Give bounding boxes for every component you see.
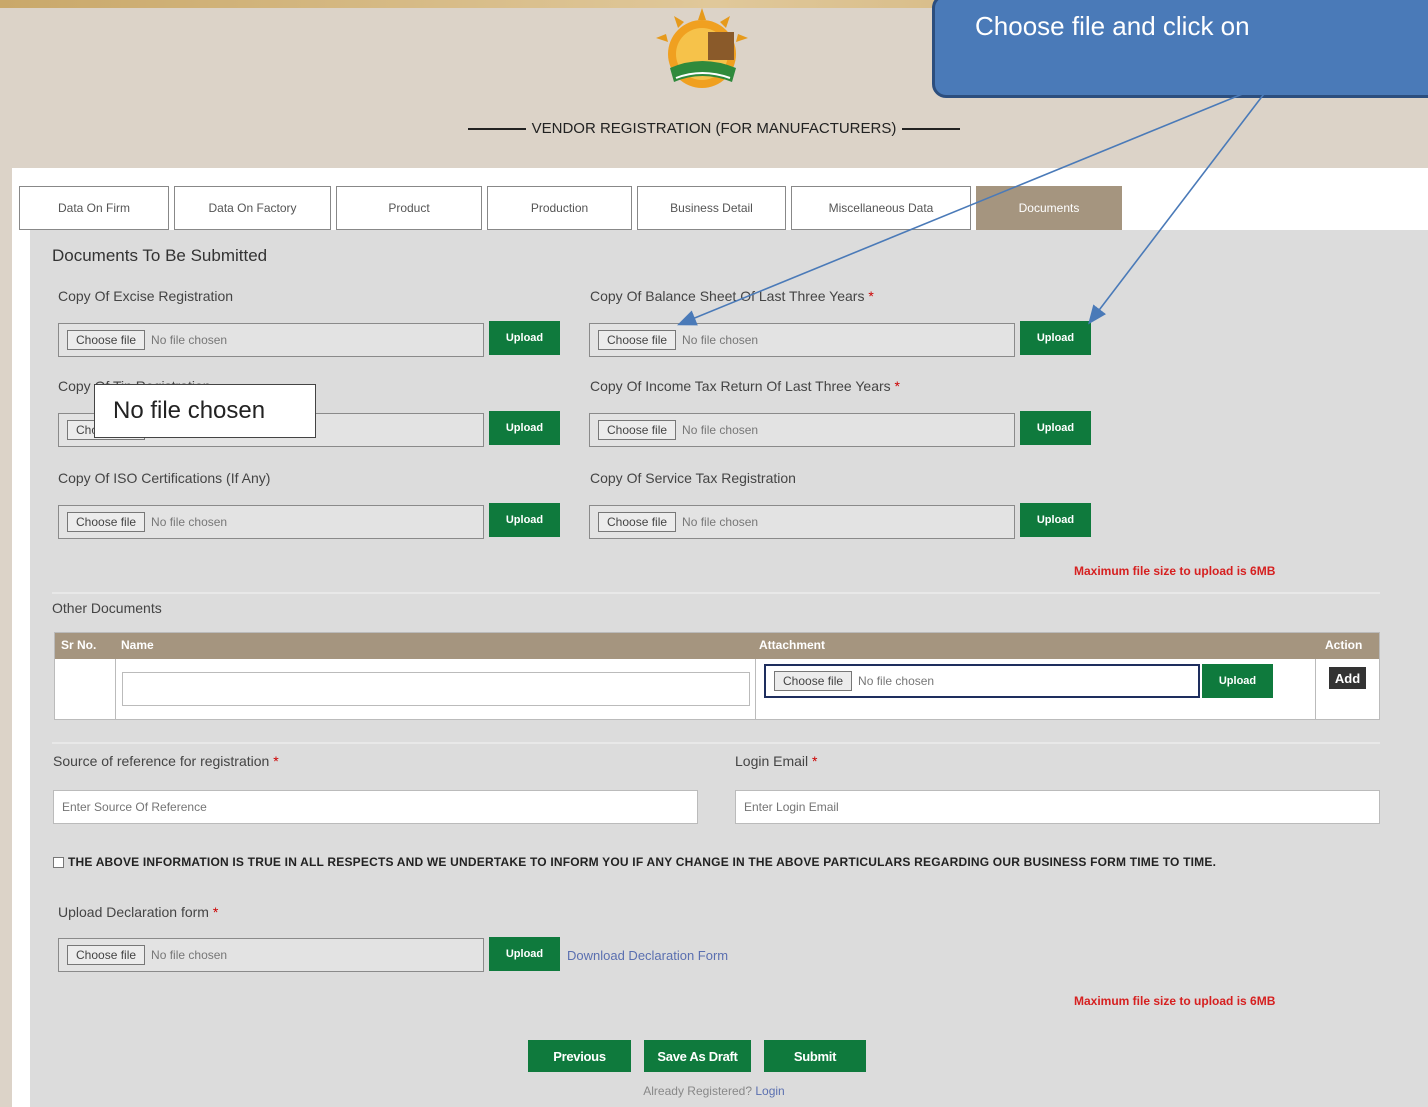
submit-button[interactable]: Submit bbox=[764, 1040, 866, 1072]
choose-file-button[interactable]: Choose file bbox=[598, 330, 677, 350]
no-file-text: No file chosen bbox=[858, 674, 935, 688]
attachment-upload-button[interactable]: Upload bbox=[1202, 664, 1273, 698]
choose-file-button[interactable]: Choose file bbox=[774, 671, 853, 691]
no-file-text: No file chosen bbox=[682, 333, 759, 347]
divider bbox=[52, 742, 1380, 744]
tab-data-on-factory[interactable]: Data On Factory bbox=[174, 186, 331, 230]
excise-label: Copy Of Excise Registration bbox=[58, 288, 234, 304]
service-tax-upload-button[interactable]: Upload bbox=[1020, 503, 1091, 537]
balance-sheet-label: Copy Of Balance Sheet Of Last Three Year… bbox=[590, 288, 874, 304]
tin-upload-button[interactable]: Upload bbox=[489, 411, 560, 445]
previous-button[interactable]: Previous bbox=[528, 1040, 631, 1072]
service-tax-label: Copy Of Service Tax Registration bbox=[590, 470, 796, 486]
column-name: Name bbox=[121, 638, 154, 652]
logo-emblem-icon bbox=[656, 8, 748, 88]
column-action: Action bbox=[1325, 638, 1363, 652]
declaration-checkbox[interactable] bbox=[53, 857, 64, 869]
no-file-text: No file chosen bbox=[682, 423, 759, 437]
max-size-warning: Maximum file size to upload is 6MB bbox=[1074, 994, 1276, 1008]
declaration-file-input[interactable]: Choose file No file chosen bbox=[58, 938, 484, 972]
attachment-file-input[interactable]: Choose file No file chosen bbox=[764, 664, 1200, 698]
declaration-text: THE ABOVE INFORMATION IS TRUE IN ALL RES… bbox=[53, 852, 1383, 872]
service-tax-file-input[interactable]: Choose file No file chosen bbox=[589, 505, 1015, 539]
tab-business-detail[interactable]: Business Detail bbox=[637, 186, 786, 230]
other-documents-heading: Other Documents bbox=[52, 600, 162, 616]
iso-label: Copy Of ISO Certifications (If Any) bbox=[58, 470, 271, 486]
tab-miscellaneous-data[interactable]: Miscellaneous Data bbox=[791, 186, 971, 230]
tab-documents[interactable]: Documents bbox=[976, 186, 1122, 230]
no-file-text: No file chosen bbox=[682, 515, 759, 529]
divider bbox=[52, 592, 1380, 594]
no-file-text: No file chosen bbox=[151, 948, 228, 962]
already-registered-text: Already Registered? Login bbox=[643, 1084, 785, 1098]
add-document-button[interactable]: Add bbox=[1329, 667, 1366, 689]
declaration-upload-button[interactable]: Upload bbox=[489, 937, 560, 971]
login-email-input[interactable] bbox=[735, 790, 1380, 824]
income-tax-file-input[interactable]: Choose file No file chosen bbox=[589, 413, 1015, 447]
documents-heading: Documents To Be Submitted bbox=[52, 246, 268, 265]
save-draft-button[interactable]: Save As Draft bbox=[644, 1040, 751, 1072]
login-email-label: Login Email * bbox=[735, 753, 818, 769]
balance-sheet-upload-button[interactable]: Upload bbox=[1020, 321, 1091, 355]
file-tooltip: No file chosen bbox=[94, 384, 316, 438]
excise-upload-button[interactable]: Upload bbox=[489, 321, 560, 355]
column-sr-no: Sr No. bbox=[61, 638, 97, 652]
no-file-text: No file chosen bbox=[151, 333, 228, 347]
document-name-input[interactable] bbox=[122, 672, 750, 706]
income-tax-upload-button[interactable]: Upload bbox=[1020, 411, 1091, 445]
no-file-text: No file chosen bbox=[151, 515, 228, 529]
choose-file-button[interactable]: Choose file bbox=[598, 420, 677, 440]
reference-input[interactable] bbox=[53, 790, 698, 824]
login-link[interactable]: Login bbox=[755, 1084, 784, 1098]
page-title: VENDOR REGISTRATION (FOR MANUFACTURERS) bbox=[0, 120, 1428, 137]
choose-file-button[interactable]: Choose file bbox=[598, 512, 677, 532]
balance-sheet-file-input[interactable]: Choose file No file chosen bbox=[589, 323, 1015, 357]
download-declaration-link[interactable]: Download Declaration Form bbox=[567, 948, 728, 963]
instruction-callout: Choose file and click on bbox=[932, 0, 1428, 98]
iso-file-input[interactable]: Choose file No file chosen bbox=[58, 505, 484, 539]
choose-file-button[interactable]: Choose file bbox=[67, 512, 146, 532]
declaration-upload-label: Upload Declaration form * bbox=[58, 904, 219, 920]
table-header bbox=[55, 633, 1379, 659]
excise-file-input[interactable]: Choose file No file chosen bbox=[58, 323, 484, 357]
max-size-warning: Maximum file size to upload is 6MB bbox=[1074, 564, 1276, 578]
reference-label: Source of reference for registration * bbox=[53, 753, 279, 769]
tab-data-on-firm[interactable]: Data On Firm bbox=[19, 186, 169, 230]
iso-upload-button[interactable]: Upload bbox=[489, 503, 560, 537]
income-tax-label: Copy Of Income Tax Return Of Last Three … bbox=[590, 378, 900, 394]
column-attachment: Attachment bbox=[759, 638, 826, 652]
choose-file-button[interactable]: Choose file bbox=[67, 945, 146, 965]
tab-production[interactable]: Production bbox=[487, 186, 632, 230]
choose-file-button[interactable]: Choose file bbox=[67, 330, 146, 350]
tab-product[interactable]: Product bbox=[336, 186, 482, 230]
